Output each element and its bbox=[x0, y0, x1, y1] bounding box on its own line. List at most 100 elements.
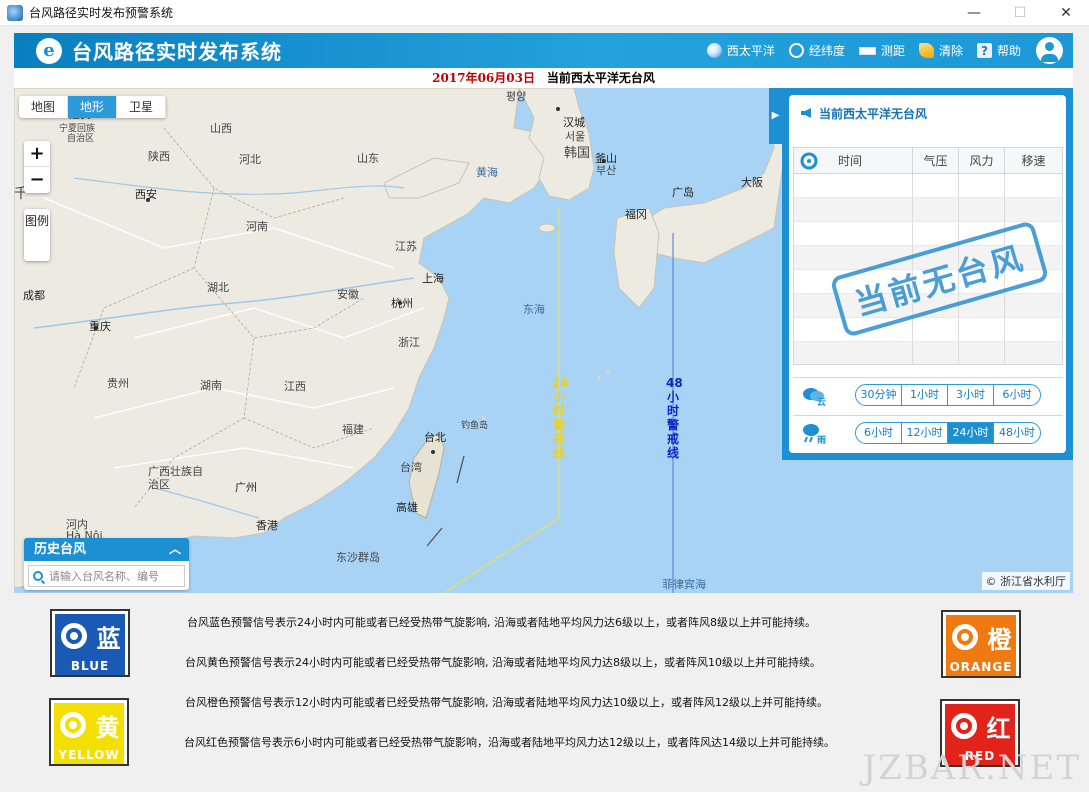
signal-yellow-description: 台风黄色预警信号表示24小时内可能或者已经受热带气旋影响, 沿海或者陆地平均风力… bbox=[185, 656, 821, 669]
label-dongsha: 东沙群岛 bbox=[336, 551, 380, 564]
col-speed: 移速 bbox=[1021, 154, 1046, 168]
signal-yellow-char: 黄 bbox=[95, 713, 120, 742]
label-hunan: 湖南 bbox=[200, 379, 222, 392]
label-xianggang: 香港 bbox=[256, 519, 278, 532]
wind-icon bbox=[800, 152, 818, 170]
cloud-option[interactable]: 30分钟 bbox=[856, 384, 902, 405]
cloud-time-segment: 30分钟 1小时 3小时 6小时 bbox=[855, 383, 1041, 406]
map-type-terrain[interactable]: 地形 bbox=[68, 96, 118, 118]
col-wind: 风力 bbox=[959, 148, 1005, 174]
map-type-satellite[interactable]: 卫星 bbox=[117, 96, 167, 118]
label-hubei: 湖北 bbox=[207, 281, 229, 294]
signal-blue: 蓝 BLUE bbox=[50, 609, 130, 677]
col-time: 时间 bbox=[828, 148, 913, 174]
warning-24h-char: 线 bbox=[552, 446, 565, 460]
history-typhoon-panel: 历史台风 ︿ 请输入台风名称、编号 bbox=[24, 538, 189, 590]
label-taiwan: 台湾 bbox=[400, 461, 422, 474]
zoom-out-button[interactable]: − bbox=[24, 167, 50, 193]
rain-time-row: 雨 6小时 12小时 24小时 48小时 bbox=[793, 415, 1063, 449]
label-donghai: 东海 bbox=[523, 303, 545, 316]
label-huanghai: 黄海 bbox=[476, 166, 498, 179]
signal-red-char: 红 bbox=[986, 714, 1011, 743]
warning-line-48h-label: 48 小 时 警 戒 线 bbox=[666, 376, 683, 460]
typhoon-table: 时间 气压 风力 移速 当前无台风 bbox=[793, 147, 1063, 365]
label-busan: 부산 bbox=[596, 164, 617, 177]
app-frame: e 台风路径实时发布系统 西太平洋 经纬度 测距 清除 ? 帮助 2017年06… bbox=[14, 33, 1073, 593]
rain-time-segment: 6小时 12小时 24小时 48小时 bbox=[855, 421, 1041, 444]
map-copyright: © 浙江省水利厅 bbox=[981, 572, 1070, 590]
label-feilvbin: 菲律宾海 bbox=[662, 578, 706, 591]
tool-help[interactable]: ? 帮助 bbox=[976, 42, 1021, 59]
maximize-button[interactable]: ☐ bbox=[997, 0, 1043, 26]
history-search-placeholder: 请输入台风名称、编号 bbox=[49, 570, 159, 583]
close-button[interactable]: ✕ bbox=[1043, 0, 1089, 26]
signal-blue-description: 台风蓝色预警信号表示24小时内可能或者已经受热带气旋影响, 沿海或者陆地平均风力… bbox=[187, 616, 816, 629]
history-header[interactable]: 历史台风 ︿ bbox=[24, 538, 189, 561]
tool-measure[interactable]: 测距 bbox=[858, 42, 905, 59]
tool-latlng[interactable]: 经纬度 bbox=[788, 42, 845, 59]
cloud-icon-label: 云 bbox=[817, 397, 826, 406]
tool-clear[interactable]: 清除 bbox=[918, 42, 963, 59]
cloud-option[interactable]: 3小时 bbox=[948, 384, 994, 405]
minimize-button[interactable]: — bbox=[951, 0, 997, 26]
signal-orange-name: ORANGE bbox=[946, 659, 1016, 676]
japan-kyushu bbox=[613, 207, 660, 309]
broom-icon bbox=[918, 43, 934, 58]
china-landmass bbox=[14, 88, 555, 589]
typhoon-info-panel: 当前西太平洋无台风 时间 气压 风力 移速 当前无台风 云 30分钟 1小时 3… bbox=[782, 88, 1073, 460]
typhoon-swirl-icon bbox=[55, 614, 92, 658]
panel-toggle-arrow-icon[interactable]: ▶ bbox=[769, 88, 782, 144]
warning-48h-number: 48 bbox=[666, 376, 683, 390]
warning-48h-char: 戒 bbox=[666, 432, 679, 446]
wind-badge-cell bbox=[794, 148, 828, 174]
rain-option[interactable]: 6小时 bbox=[856, 422, 902, 443]
table-row bbox=[794, 318, 1062, 342]
map-view[interactable]: 延安 山西 河北 宁夏回族 自治区 山东 陕西 西安 河南 江苏 上海 湖北 安… bbox=[14, 88, 1073, 593]
label-hanguo: 韩国 bbox=[564, 146, 591, 161]
chevron-up-icon[interactable]: ︿ bbox=[169, 538, 181, 561]
signal-yellow: 黄 YELLOW bbox=[49, 698, 129, 766]
label-guangdao: 广岛 bbox=[672, 186, 694, 199]
app-icon bbox=[7, 4, 23, 21]
cloud-icon: 云 bbox=[793, 384, 833, 406]
search-icon bbox=[33, 571, 43, 581]
rain-option[interactable]: 12小时 bbox=[902, 422, 948, 443]
user-avatar[interactable] bbox=[1036, 37, 1063, 64]
ruler-icon bbox=[858, 46, 876, 55]
label-diaoyudao: 钓鱼岛 bbox=[461, 421, 489, 431]
cloud-option[interactable]: 1小时 bbox=[902, 384, 948, 405]
label-guizhou: 贵州 bbox=[107, 377, 129, 390]
label-taibei: 台北 bbox=[424, 431, 446, 444]
tool-label: 经纬度 bbox=[808, 44, 845, 58]
rain-icon: 雨 bbox=[793, 422, 833, 444]
tool-west-pacific[interactable]: 西太平洋 bbox=[706, 42, 775, 59]
label-zhejiang: 浙江 bbox=[398, 336, 420, 349]
map-type-map[interactable]: 地图 bbox=[19, 96, 69, 118]
zoom-in-button[interactable]: + bbox=[24, 141, 50, 167]
date-status-bar: 2017年06月03日 当前西太平洋无台风 bbox=[14, 68, 1073, 88]
label-gaoxiong: 高雄 bbox=[396, 501, 418, 514]
label-shanghai: 上海 bbox=[422, 272, 444, 285]
col-pressure: 气压 bbox=[913, 148, 959, 174]
legend-button[interactable]: 图例 bbox=[24, 209, 50, 261]
globe-icon bbox=[706, 43, 722, 58]
typhoon-swirl-icon bbox=[946, 615, 983, 659]
window-controls: — ☐ ✕ bbox=[951, 0, 1089, 26]
signal-blue-char: 蓝 bbox=[96, 624, 121, 653]
warning-line-24h-label: 24 小 时 警 戒 线 bbox=[552, 376, 569, 460]
label-shaanxi: 陕西 bbox=[148, 150, 170, 163]
label-hebei: 河北 bbox=[239, 153, 261, 166]
watermark: JZBAR.NET bbox=[862, 748, 1081, 788]
label-jiangxi: 江西 bbox=[284, 380, 306, 393]
current-date: 2017年06月03日 bbox=[432, 71, 535, 85]
label-xian: 西安 bbox=[135, 188, 157, 201]
rain-option-active[interactable]: 24小时 bbox=[948, 422, 994, 443]
panel-title: 当前西太平洋无台风 bbox=[789, 95, 1066, 131]
cloud-option[interactable]: 6小时 bbox=[994, 385, 1040, 405]
history-search-input[interactable]: 请输入台风名称、编号 bbox=[28, 565, 185, 587]
speaker-icon bbox=[801, 108, 811, 118]
label-hangzhou: 杭州 bbox=[391, 297, 413, 310]
rain-option[interactable]: 48小时 bbox=[994, 423, 1040, 443]
signal-orange-char: 橙 bbox=[987, 625, 1012, 654]
tool-label: 帮助 bbox=[996, 44, 1021, 58]
